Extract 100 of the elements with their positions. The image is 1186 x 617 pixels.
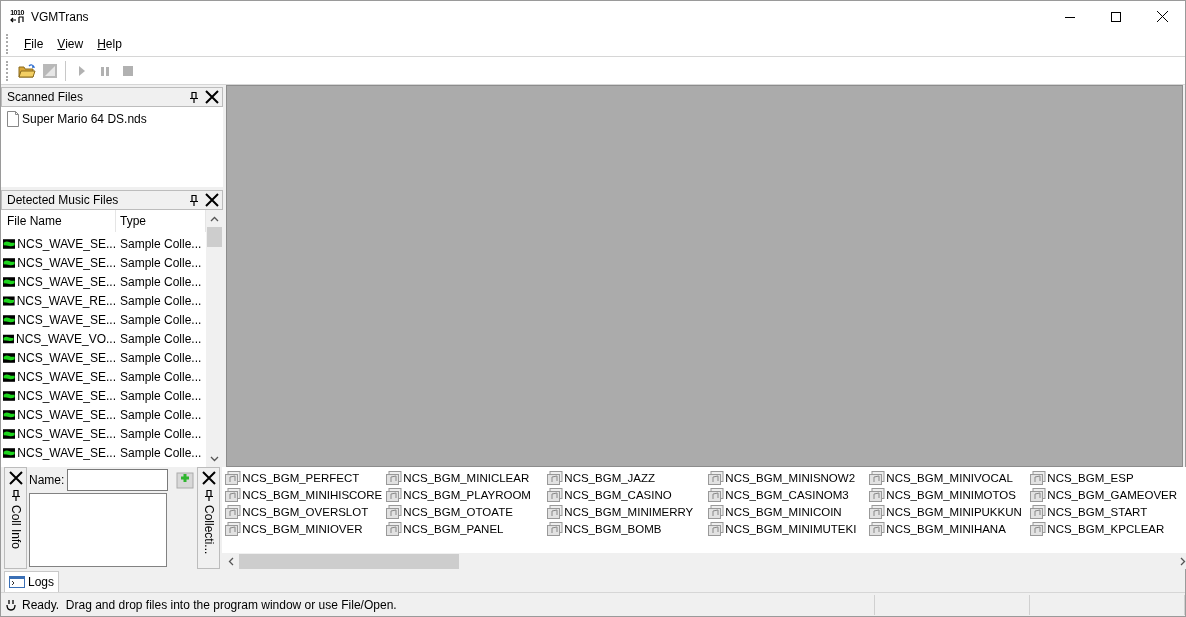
music-file-icon xyxy=(547,487,564,502)
save-icon xyxy=(41,62,58,79)
waveform-icon xyxy=(3,350,16,365)
table-cell-text: Sample Colle... xyxy=(119,407,203,422)
music-file-icon xyxy=(386,487,403,502)
music-file-icon xyxy=(708,470,725,485)
pin-button[interactable] xyxy=(203,489,214,501)
collection-item[interactable]: NCS_BGM_MINICLEAR xyxy=(403,471,530,484)
collection-item[interactable]: NCS_BGM_CASINOM3 xyxy=(725,488,849,501)
collection-item[interactable]: NCS_BGM_OVERSLOT xyxy=(242,505,369,518)
table-cell: NCS_WAVE_SE... xyxy=(17,369,116,384)
close-icon xyxy=(205,90,219,104)
table-cell-text: Sample Colle... xyxy=(119,274,203,289)
menu-item[interactable]: File xyxy=(17,35,51,53)
music-file-icon xyxy=(1030,504,1047,519)
menu-item[interactable]: View xyxy=(50,35,91,53)
waveform-icon xyxy=(3,407,16,422)
close-button[interactable] xyxy=(202,191,222,209)
collection-item[interactable]: NCS_BGM_MINIMERRY xyxy=(564,505,694,518)
collection-item[interactable]: NCS_BGM_MINIPUKKUN xyxy=(886,505,1022,518)
waveform-icon xyxy=(3,312,16,327)
logs-tab[interactable]: Logs xyxy=(4,571,60,592)
collection-item[interactable]: NCS_BGM_MINIOVER xyxy=(242,522,363,535)
scroll-left-icon[interactable] xyxy=(227,556,234,566)
waveform-icon xyxy=(3,388,16,403)
collection-item[interactable]: NCS_BGM_START xyxy=(1047,505,1148,518)
table-cell-text: Sample Colle... xyxy=(119,350,203,365)
pin-icon xyxy=(203,489,214,501)
collection-item[interactable]: NCS_BGM_OTOATE xyxy=(403,505,513,518)
close-button[interactable] xyxy=(202,88,222,106)
table-cell: NCS_WAVE_SE... xyxy=(17,426,116,441)
file-icon xyxy=(6,111,20,127)
table-cell-text: Sample Colle... xyxy=(119,445,203,460)
collection-item[interactable]: NCS_BGM_MINIHANA xyxy=(886,522,1006,535)
table-cell-text: Sample Colle... xyxy=(119,236,203,251)
collection-item[interactable]: NCS_BGM_PERFECT xyxy=(242,471,360,484)
music-file-icon xyxy=(386,470,403,485)
scroll-right-icon[interactable] xyxy=(1179,556,1186,566)
close-icon xyxy=(8,471,23,485)
collection-item[interactable]: NCS_BGM_PANEL xyxy=(403,522,504,535)
collection-item[interactable]: NCS_BGM_PLAYROOM xyxy=(403,488,531,501)
table-cell: NCS_WAVE_SE... xyxy=(17,445,116,460)
scroll-down-icon[interactable] xyxy=(210,455,219,462)
file-name[interactable]: Super Mario 64 DS.nds xyxy=(22,112,147,126)
music-file-icon xyxy=(869,504,886,519)
panel-title: Scanned Files xyxy=(7,90,84,104)
music-file-icon xyxy=(708,504,725,519)
music-file-icon xyxy=(1030,521,1047,536)
scroll-thumb[interactable] xyxy=(239,553,460,569)
table-cell: NCS_WAVE_SE... xyxy=(17,407,116,422)
window-title: VGMTrans xyxy=(31,9,89,24)
collection-item[interactable]: NCS_BGM_MINISNOW2 xyxy=(725,471,856,484)
table-cell-text: Sample Colle... xyxy=(119,388,203,403)
name-field[interactable] xyxy=(67,469,169,491)
close-button[interactable] xyxy=(201,471,216,485)
close-button[interactable] xyxy=(8,471,23,485)
table-cell-text: Sample Colle... xyxy=(119,255,203,270)
waveform-icon xyxy=(3,426,16,441)
menu-item[interactable]: Help xyxy=(90,35,129,53)
scroll-thumb[interactable] xyxy=(207,227,222,247)
collection-item[interactable]: NCS_BGM_GAMEOVER xyxy=(1047,488,1178,501)
collection-item[interactable]: NCS_BGM_JAZZ xyxy=(564,471,656,484)
collection-item[interactable]: NCS_BGM_MINIMOTOS xyxy=(886,488,1016,501)
collection-item[interactable]: NCS_BGM_MINIMUTEKI xyxy=(725,522,857,535)
music-file-icon xyxy=(547,504,564,519)
panel-title: Detected Music Files xyxy=(7,193,119,207)
pin-button[interactable] xyxy=(10,489,21,501)
pin-icon xyxy=(10,489,21,501)
panel-title[interactable]: Coll Info xyxy=(8,505,23,550)
name-label: Name: xyxy=(29,473,65,487)
stop-icon xyxy=(122,65,133,76)
add-icon[interactable] xyxy=(176,471,195,489)
collection-item[interactable]: NCS_BGM_ESP xyxy=(1047,471,1134,484)
table-cell: NCS_WAVE_SE... xyxy=(17,236,116,251)
waveform-icon xyxy=(3,236,16,251)
status-message: Ready. Drag and drop files into the program window or use File/Open. xyxy=(22,597,398,612)
table-cell-text: Sample Colle... xyxy=(119,312,203,327)
music-file-icon xyxy=(225,470,242,485)
waveform-icon xyxy=(3,369,16,384)
collection-item[interactable]: NCS_BGM_KPCLEAR xyxy=(1047,522,1165,535)
panel-title[interactable]: Collecti... xyxy=(201,505,216,555)
scrollbar[interactable] xyxy=(206,210,223,467)
collection-item[interactable]: NCS_BGM_MINICOIN xyxy=(725,505,842,518)
collection-item[interactable]: NCS_BGM_BOMB xyxy=(564,522,662,535)
scrollbar[interactable] xyxy=(222,553,1186,569)
column-header[interactable]: File Name xyxy=(3,210,116,232)
console-icon xyxy=(9,576,25,588)
waveform-icon xyxy=(3,274,16,289)
list-box[interactable] xyxy=(29,493,167,567)
collection-item[interactable]: NCS_BGM_MINIVOCAL xyxy=(886,471,1013,484)
music-file-icon xyxy=(1030,470,1047,485)
table-cell-text: Sample Colle... xyxy=(119,293,203,308)
collection-item[interactable]: NCS_BGM_CASINO xyxy=(564,488,672,501)
scroll-up-icon[interactable] xyxy=(210,215,219,222)
close-icon xyxy=(1156,11,1168,22)
plug-icon xyxy=(6,598,16,611)
folder-icon xyxy=(17,62,36,79)
collection-item[interactable]: NCS_BGM_MINIHISCORE xyxy=(242,488,383,501)
music-file-icon xyxy=(225,487,242,502)
maximize-icon xyxy=(1111,11,1121,22)
